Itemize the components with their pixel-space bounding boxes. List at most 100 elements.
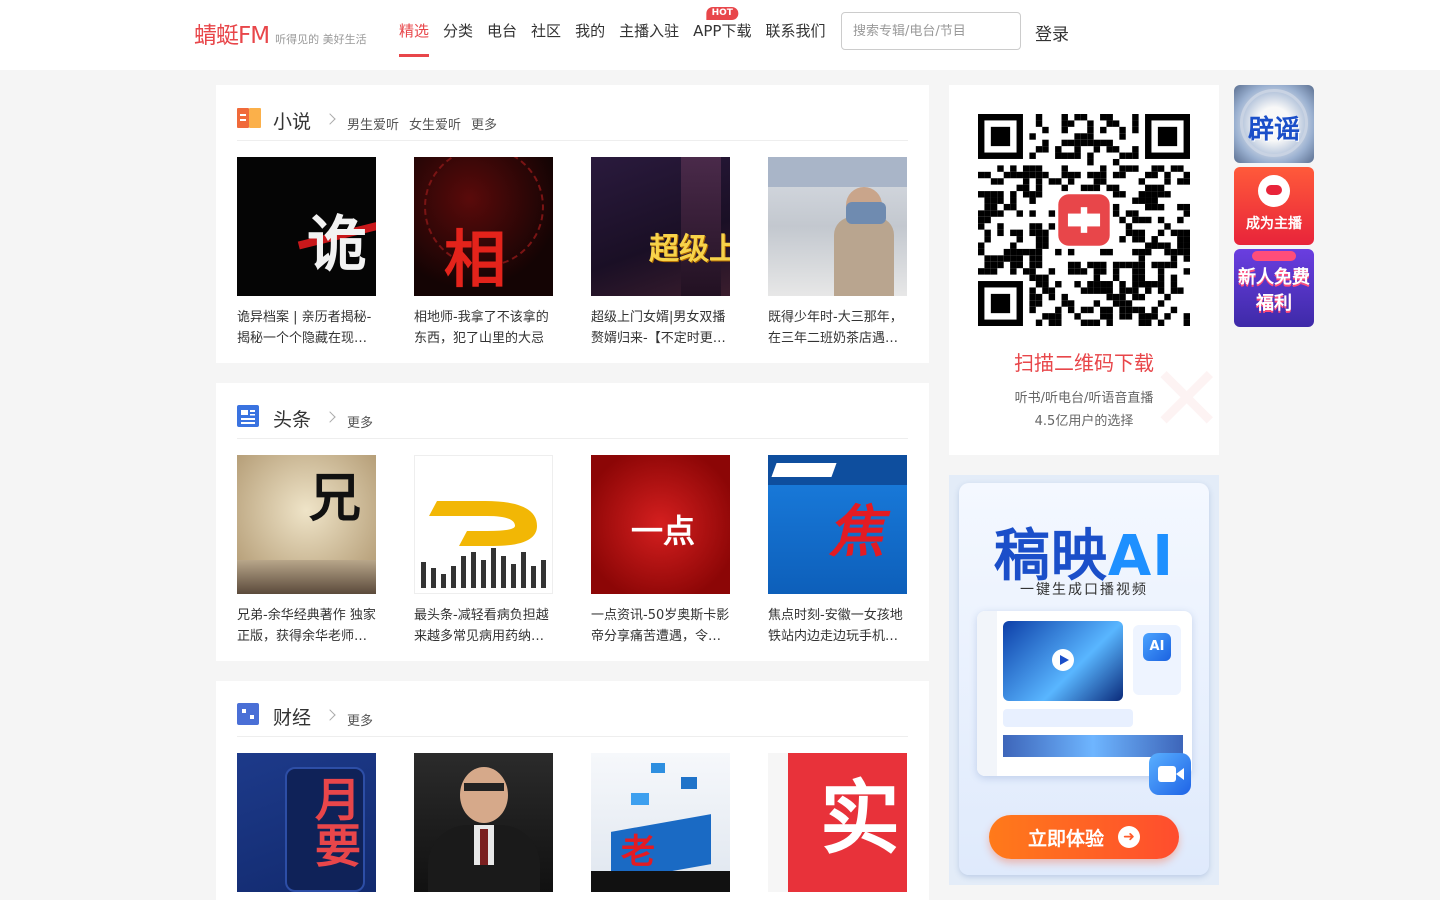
- qr-code[interactable]: [978, 114, 1190, 326]
- cover-text: 实: [820, 772, 900, 865]
- album-card[interactable]: 老: [591, 753, 730, 892]
- album-title: 超级上门女婿|男女双播赘婿归来-【不定时更新】: [591, 310, 726, 346]
- nav-item-host-join[interactable]: 主播入驻: [612, 0, 686, 70]
- album-card[interactable]: [414, 753, 553, 892]
- link-male-listen[interactable]: 男生爱听: [347, 114, 399, 133]
- album-title: 兄弟-余华经典著作 独家正版，获得余华老师授权: [237, 608, 376, 644]
- logo-slogan: 听得见的 美好生活: [275, 33, 367, 46]
- album-card[interactable]: 一点 一点资讯-50岁奥斯卡影帝分享痛苦遭遇，令人唏嘘: [591, 455, 730, 647]
- ai-icon: AI: [1143, 633, 1171, 661]
- nav-item-featured[interactable]: 精选: [392, 0, 436, 70]
- section-links: 更多: [347, 710, 373, 729]
- cover-text: 老: [621, 832, 655, 872]
- cover-text: 相: [444, 223, 507, 296]
- nav-item-app-download[interactable]: HOT APP下载: [686, 0, 758, 70]
- album-cover: 超级上门: [591, 157, 730, 296]
- qr-download-panel: ✕ 扫描二维码下载 听书/听电台/听语音直播 4.5亿用户的选择: [949, 85, 1219, 455]
- section-links: 男生爱听 女生爱听 更多: [347, 114, 497, 133]
- camera-icon: [1149, 753, 1191, 795]
- album-card[interactable]: 兄 兄弟-余华经典著作 独家正版，获得余华老师授权: [237, 455, 376, 647]
- album-cover: 相: [414, 157, 553, 296]
- section-title: 头条: [273, 409, 312, 431]
- section-finance: 财经 更多 月要 老 实: [216, 681, 929, 900]
- top-header: 蜻蜓FM 听得见的 美好生活 精选 分类 电台 社区 我的 主播入驻 HOT A…: [0, 0, 1440, 70]
- try-now-label: 立即体验: [1027, 827, 1104, 850]
- site-logo[interactable]: 蜻蜓FM 听得见的 美好生活: [194, 16, 367, 50]
- badge-newbie-benefit[interactable]: 新人免费福利: [1234, 249, 1314, 327]
- section-title: 小说: [273, 111, 312, 133]
- album-card[interactable]: 相 相地师-我拿了不该拿的东西，犯了山里的大忌: [414, 157, 553, 349]
- try-now-button[interactable]: 立即体验 ➜: [989, 815, 1179, 859]
- album-title: 既得少年时-大三那年，在三年二班奶茶店遇见你: [768, 310, 903, 346]
- nav-item-categories[interactable]: 分类: [436, 0, 480, 70]
- ad-subtitle: 一键生成口播视频: [1020, 582, 1148, 598]
- chevron-right-icon: [324, 411, 336, 423]
- album-row: 兄 兄弟-余华经典著作 独家正版，获得余华老师授权: [237, 455, 907, 647]
- album-cover: 老: [591, 753, 730, 892]
- album-card[interactable]: 实: [768, 753, 907, 892]
- album-row: 诡 诡异档案 | 亲历者揭秘-揭秘一个个隐藏在现实中的诡异事件 相 相地师-我拿…: [237, 157, 907, 349]
- badge-rumor-refute[interactable]: 辟谣: [1234, 85, 1314, 163]
- album-title: 焦点时刻-安徽一女孩地铁站内边走边玩手机坠落: [768, 608, 903, 644]
- nav-item-radio[interactable]: 电台: [480, 0, 524, 70]
- album-card[interactable]: 超级上门 超级上门女婿|男女双播赘婿归来-【不定时更新】: [591, 157, 730, 349]
- ad-screen-illustration: AI: [977, 611, 1192, 776]
- album-row: 月要 老 实: [237, 753, 907, 892]
- search-input[interactable]: [841, 12, 1021, 50]
- nav-label: 我的: [575, 22, 606, 40]
- nav-label: 精选: [399, 22, 430, 40]
- section-headlines: 头条 更多 兄 兄弟-余华经典著作 独家正版，获得余华老师授权: [216, 383, 929, 661]
- nav-label: 分类: [443, 22, 474, 40]
- badge-become-host[interactable]: 成为主播: [1234, 167, 1314, 245]
- cover-text: 一点: [631, 512, 696, 550]
- login-button[interactable]: 登录: [1035, 20, 1069, 45]
- section-links: 更多: [347, 412, 373, 431]
- album-card[interactable]: 最头条-减轻看病负担越来越多常见病用药纳入医保: [414, 455, 553, 647]
- album-card[interactable]: 诡 诡异档案 | 亲历者揭秘-揭秘一个个隐藏在现实中的诡异事件: [237, 157, 376, 349]
- logo-text: 蜻蜓FM: [194, 23, 270, 49]
- nav-item-contact[interactable]: 联系我们: [758, 0, 832, 70]
- link-more[interactable]: 更多: [347, 710, 373, 729]
- hot-badge: HOT: [706, 7, 738, 20]
- arrow-right-icon: ➜: [1118, 826, 1140, 848]
- cover-text: 焦: [828, 500, 884, 565]
- cover-text: 月要: [315, 773, 361, 873]
- finance-icon: [237, 703, 259, 725]
- album-cover: [414, 753, 553, 892]
- qr-subtitle-1: 听书/听电台/听语音直播: [1014, 391, 1154, 406]
- book-icon: [237, 108, 261, 128]
- nav-item-community[interactable]: 社区: [524, 0, 568, 70]
- album-cover: 月要: [237, 753, 376, 892]
- link-more[interactable]: 更多: [347, 412, 373, 431]
- ad-banner[interactable]: 稿映AI 一键生成口播视频 AI 立即体验 ➜: [949, 475, 1219, 885]
- nav-label: 社区: [531, 22, 562, 40]
- chevron-right-icon: [324, 113, 336, 125]
- link-female-listen[interactable]: 女生爱听: [409, 114, 461, 133]
- badge-label: 新人免费福利: [1238, 267, 1310, 314]
- badge-label: 辟谣: [1247, 115, 1300, 145]
- cover-text: 诡: [307, 210, 367, 280]
- album-card[interactable]: 既得少年时-大三那年，在三年二班奶茶店遇见你: [768, 157, 907, 349]
- section-title: 财经: [273, 707, 312, 729]
- qr-subtitle-2: 4.5亿用户的选择: [1034, 414, 1134, 429]
- album-title: 最头条-减轻看病负担越来越多常见病用药纳入医保: [414, 608, 549, 644]
- section-header: 头条 更多: [237, 383, 908, 439]
- album-card[interactable]: 月要: [237, 753, 376, 892]
- link-more[interactable]: 更多: [471, 114, 497, 133]
- section-novel: 小说 男生爱听 女生爱听 更多 诡 诡异档案 | 亲历者揭秘-揭秘一个个隐藏在现…: [216, 85, 929, 363]
- album-card[interactable]: 焦 焦点时刻-安徽一女孩地铁站内边走边玩手机坠落: [768, 455, 907, 647]
- ad-card: 稿映AI 一键生成口播视频 AI 立即体验 ➜: [959, 483, 1209, 875]
- album-cover: 兄: [237, 455, 376, 594]
- nav-item-mine[interactable]: 我的: [568, 0, 612, 70]
- section-header: 小说 男生爱听 女生爱听 更多: [237, 85, 908, 141]
- main-nav: 精选 分类 电台 社区 我的 主播入驻 HOT APP下载 联系我们: [392, 0, 832, 70]
- album-cover: [414, 455, 553, 594]
- album-cover: 一点: [591, 455, 730, 594]
- album-cover: 焦: [768, 455, 907, 594]
- nav-label: 电台: [487, 22, 518, 40]
- album-cover: 实: [768, 753, 907, 892]
- cover-text: 兄: [309, 469, 362, 529]
- chevron-right-icon: [324, 709, 336, 721]
- nav-label: 联系我们: [765, 22, 826, 40]
- news-icon: [237, 405, 259, 427]
